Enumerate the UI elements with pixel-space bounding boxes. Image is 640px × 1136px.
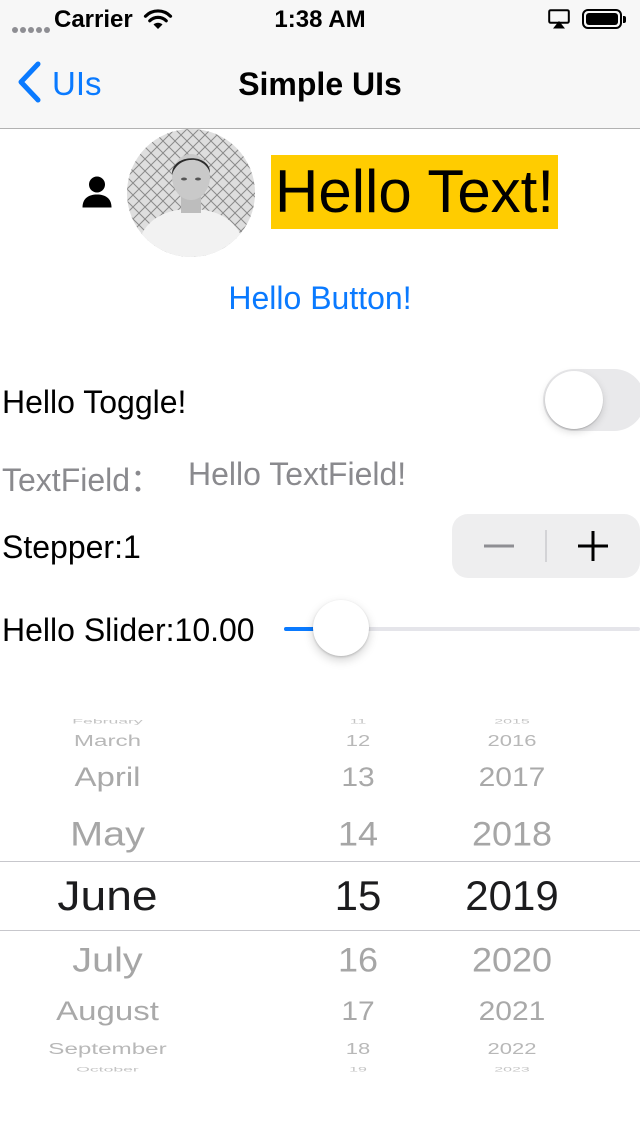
picker-year-item[interactable]: 2015 bbox=[434, 718, 590, 726]
battery-icon bbox=[582, 9, 626, 29]
picker-month-item[interactable]: February bbox=[0, 718, 226, 726]
picker-day-item[interactable]: 15 bbox=[298, 871, 418, 921]
picker-year-item[interactable]: 2019 bbox=[434, 871, 590, 921]
textfield-label: TextField： bbox=[2, 462, 163, 498]
slider-thumb[interactable] bbox=[312, 600, 369, 656]
toggle-label: Hello Toggle! bbox=[2, 384, 187, 420]
picker-selection-bottom-line bbox=[0, 930, 640, 931]
picker-year-item[interactable]: 2018 bbox=[434, 813, 590, 854]
picker-month-item[interactable]: June bbox=[0, 871, 226, 921]
picker-month-item[interactable]: July bbox=[0, 939, 226, 980]
hello-toggle[interactable] bbox=[543, 369, 640, 431]
stepper-decrement-button[interactable] bbox=[452, 514, 546, 578]
picker-year-item[interactable]: 2021 bbox=[434, 996, 590, 1028]
stepper-label: Stepper:1 bbox=[2, 529, 141, 565]
airplay-icon bbox=[548, 9, 570, 34]
picker-day-item[interactable]: 19 bbox=[298, 1066, 418, 1072]
picker-year-item[interactable]: 2022 bbox=[434, 1040, 590, 1058]
hello-text: Hello Text! bbox=[271, 155, 559, 229]
person-icon bbox=[82, 176, 112, 213]
status-time: 1:38 AM bbox=[274, 6, 366, 33]
picker-day-item[interactable]: 14 bbox=[298, 813, 418, 854]
picker-month-item[interactable]: October bbox=[0, 1066, 226, 1072]
toggle-knob bbox=[545, 371, 603, 429]
picker-month-item[interactable]: August bbox=[0, 996, 226, 1028]
picker-day-item[interactable]: 11 bbox=[298, 718, 418, 726]
status-bar: Carrier 1:38 AM bbox=[0, 0, 640, 40]
picker-year-item[interactable]: 2020 bbox=[434, 939, 590, 980]
hello-button[interactable]: Hello Button! bbox=[0, 280, 640, 317]
picker-day-item[interactable]: 16 bbox=[298, 939, 418, 980]
picker-year-item[interactable]: 2017 bbox=[434, 762, 590, 794]
picker-month-item[interactable]: April bbox=[0, 762, 226, 794]
picker-month-item[interactable]: September bbox=[0, 1040, 226, 1058]
picker-day-item[interactable]: 12 bbox=[298, 732, 418, 750]
slider-label: Hello Slider:10.00 bbox=[2, 612, 255, 648]
avatar bbox=[127, 129, 255, 257]
page-title: Simple UIs bbox=[238, 66, 402, 102]
picker-month-item[interactable]: March bbox=[0, 732, 226, 750]
picker-year-item[interactable]: 2016 bbox=[434, 732, 590, 750]
plus-icon bbox=[578, 531, 608, 561]
navigation-bar: UIs Simple UIs bbox=[0, 40, 640, 129]
picker-year-item[interactable]: 2023 bbox=[434, 1066, 590, 1072]
stepper-increment-button[interactable] bbox=[546, 514, 640, 578]
minus-icon bbox=[484, 544, 514, 548]
hello-slider[interactable] bbox=[284, 600, 640, 658]
picker-selection-top-line bbox=[0, 861, 640, 862]
picker-day-item[interactable]: 18 bbox=[298, 1040, 418, 1058]
stepper bbox=[452, 514, 640, 578]
picker-month-item[interactable]: May bbox=[0, 813, 226, 854]
picker-day-item[interactable]: 13 bbox=[298, 762, 418, 794]
picker-day-item[interactable]: 17 bbox=[298, 996, 418, 1028]
date-picker[interactable]: February March April May June July August Septe… bbox=[0, 712, 640, 1072]
hello-textfield[interactable] bbox=[188, 452, 628, 496]
